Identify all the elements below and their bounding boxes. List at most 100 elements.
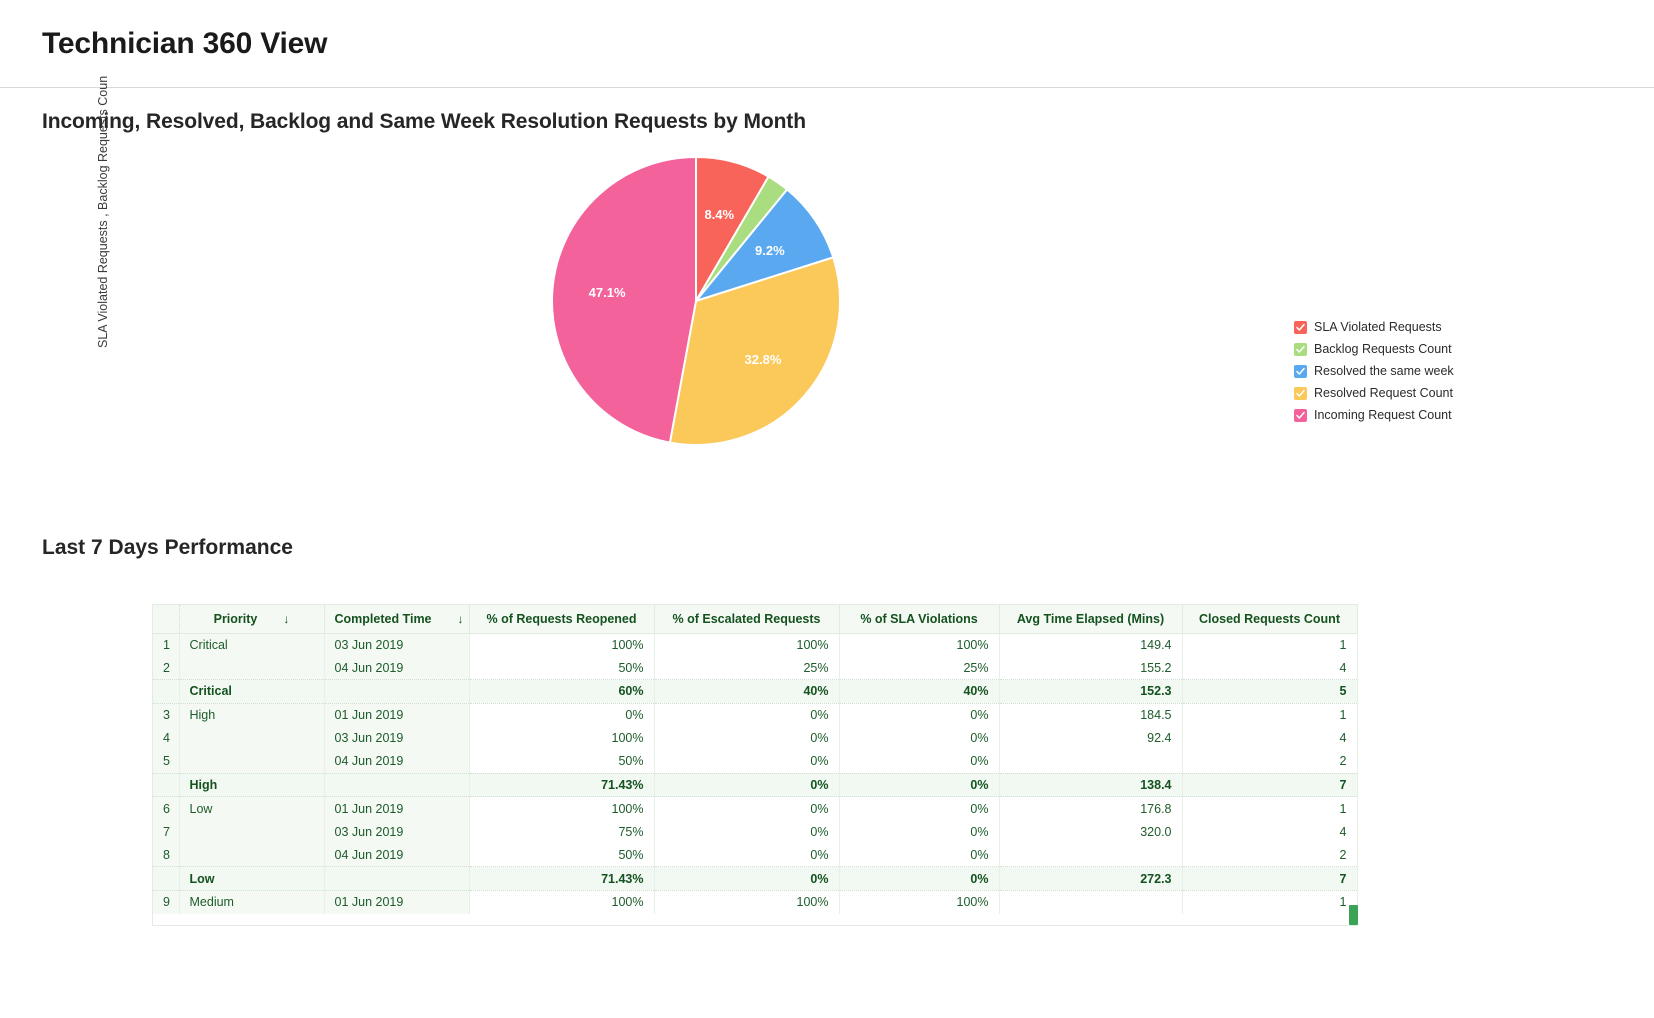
checkbox-checked-icon[interactable] [1294,408,1307,422]
table-cell-closed: 2 [1182,749,1358,774]
table-cell-reopened: 50% [469,656,655,680]
legend-item[interactable]: Resolved the same week [1294,360,1454,382]
pie-slice-label: 47.1% [589,285,626,300]
table-cell-sla: 0% [839,749,1000,774]
table-column-header[interactable]: % of SLA Violations [839,605,1000,634]
table-column-header[interactable]: Closed Requests Count [1182,605,1358,634]
sort-descending-icon[interactable]: ↓ [283,612,289,626]
table-cell-escalated: 0% [654,703,840,727]
table-cell-completed [324,866,470,891]
table-cell-sla: 25% [839,656,1000,680]
table-cell-priority: Medium [179,890,325,914]
table-row[interactable]: 7 03 Jun 2019 75% 0% 0% 320.0 4 [153,820,1358,844]
table-column-header[interactable]: Avg Time Elapsed (Mins) [999,605,1183,634]
table-cell-closed: 1 [1182,890,1358,914]
legend-item-label: Resolved Request Count [1314,386,1453,400]
table-cell-sla: 0% [839,843,1000,867]
table-row[interactable]: 4 03 Jun 2019 100% 0% 0% 92.4 4 [153,726,1358,750]
table-column-header-label: Completed Time [334,611,432,626]
table-row[interactable]: 2 04 Jun 2019 50% 25% 25% 155.2 4 [153,656,1358,680]
table-cell-avg: 138.4 [999,772,1183,798]
table-cell-completed [324,679,470,704]
table-cell-closed: 1 [1182,703,1358,727]
table-cell-priority [179,843,325,867]
table-cell-closed: 4 [1182,656,1358,680]
pie-chart-area: SLA Violated Requests , Backlog Requests… [0,76,1654,528]
table-cell-idx [153,866,180,891]
table-row[interactable]: 6 Low 01 Jun 2019 100% 0% 0% 176.8 1 [153,796,1358,821]
table-cell-idx: 5 [153,749,180,774]
table-column-header[interactable]: Completed Time ↓ [324,605,470,634]
table-subtotal-row[interactable]: Low 71.43% 0% 0% 272.3 7 [153,866,1358,891]
legend-item[interactable]: SLA Violated Requests [1294,316,1454,338]
table-cell-idx: 7 [153,820,180,844]
table-cell-idx: 4 [153,726,180,750]
y-axis-label: SLA Violated Requests , Backlog Requests… [96,75,110,348]
performance-section: Last 7 Days Performance Priority ↓ Complet… [0,536,1654,926]
legend-item-label: SLA Violated Requests [1314,320,1442,334]
chart-section: Incoming, Resolved, Backlog and Same Wee… [0,76,1654,528]
legend-item[interactable]: Backlog Requests Count [1294,338,1454,360]
table-cell-escalated: 0% [654,772,840,798]
table-cell-escalated: 0% [654,726,840,750]
performance-section-title: Last 7 Days Performance [42,536,293,559]
table-row[interactable]: 5 04 Jun 2019 50% 0% 0% 2 [153,749,1358,774]
table-row[interactable]: 9 Medium 01 Jun 2019 100% 100% 100% 1 [153,890,1358,914]
table-cell-priority: High [179,772,325,798]
table-cell-reopened: 100% [469,796,655,821]
table-cell-reopened: 0% [469,703,655,727]
table-cell-closed: 4 [1182,726,1358,750]
table-column-header-label: Closed Requests Count [1199,611,1340,626]
table-cell-avg [999,890,1183,914]
checkbox-checked-icon[interactable] [1294,342,1307,356]
table-column-header[interactable]: Priority ↓ [179,605,325,634]
table-cell-idx [153,679,180,704]
legend-item[interactable]: Resolved Request Count [1294,382,1454,404]
table-column-header-label: Priority [213,611,258,626]
table-column-header[interactable]: % of Escalated Requests [654,605,840,634]
table-header-row: Priority ↓ Completed Time ↓ % of Requests Re… [153,605,1358,634]
table-cell-reopened: 71.43% [469,866,655,891]
pie-chart[interactable]: 8.4% 9.2% 32.8% 47.1% [551,156,841,446]
table-cell-sla: 0% [839,772,1000,798]
table-cell-priority [179,749,325,774]
checkbox-checked-icon[interactable] [1294,386,1307,400]
table-cell-reopened: 50% [469,843,655,867]
table-row[interactable]: 3 High 01 Jun 2019 0% 0% 0% 184.5 1 [153,703,1358,727]
checkbox-checked-icon[interactable] [1294,364,1307,378]
legend-item-label: Backlog Requests Count [1314,342,1452,356]
table-cell-closed: 7 [1182,866,1358,891]
table-cell-idx: 3 [153,703,180,727]
chart-legend: SLA Violated Requests Backlog Requests Co… [1294,316,1454,426]
table-cell-avg: 149.4 [999,633,1183,657]
table-cell-completed: 01 Jun 2019 [324,703,470,727]
pie-slice-label: 8.4% [704,207,734,222]
table-cell-escalated: 0% [654,820,840,844]
table-cell-reopened: 75% [469,820,655,844]
vertical-scrollbar-thumb[interactable] [1349,905,1358,925]
table-column-header[interactable]: % of Requests Reopened [469,605,655,634]
table-cell-priority: Critical [179,633,325,657]
table-cell-escalated: 25% [654,656,840,680]
table-subtotal-row[interactable]: High 71.43% 0% 0% 138.4 7 [153,772,1358,798]
table-cell-escalated: 100% [654,890,840,914]
sort-descending-icon[interactable]: ↓ [458,612,464,626]
table-cell-completed: 04 Jun 2019 [324,843,470,867]
table-cell-priority: Critical [179,679,325,704]
legend-item[interactable]: Incoming Request Count [1294,404,1454,426]
table-cell-priority [179,656,325,680]
table-cell-closed: 1 [1182,633,1358,657]
table-row[interactable]: 1 Critical 03 Jun 2019 100% 100% 100% 149.4 1 [153,633,1358,657]
table-column-header-label: % of SLA Violations [860,611,978,626]
table-column-header[interactable] [153,605,180,634]
table-cell-escalated: 40% [654,679,840,704]
table-cell-sla: 0% [839,820,1000,844]
table-row[interactable]: 8 04 Jun 2019 50% 0% 0% 2 [153,843,1358,867]
table-cell-closed: 5 [1182,679,1358,704]
table-subtotal-row[interactable]: Critical 60% 40% 40% 152.3 5 [153,679,1358,704]
checkbox-checked-icon[interactable] [1294,320,1307,334]
table-cell-idx: 6 [153,796,180,821]
performance-table-container[interactable]: Priority ↓ Completed Time ↓ % of Requests Re… [152,604,1358,926]
table-cell-sla: 100% [839,633,1000,657]
table-cell-completed: 03 Jun 2019 [324,726,470,750]
